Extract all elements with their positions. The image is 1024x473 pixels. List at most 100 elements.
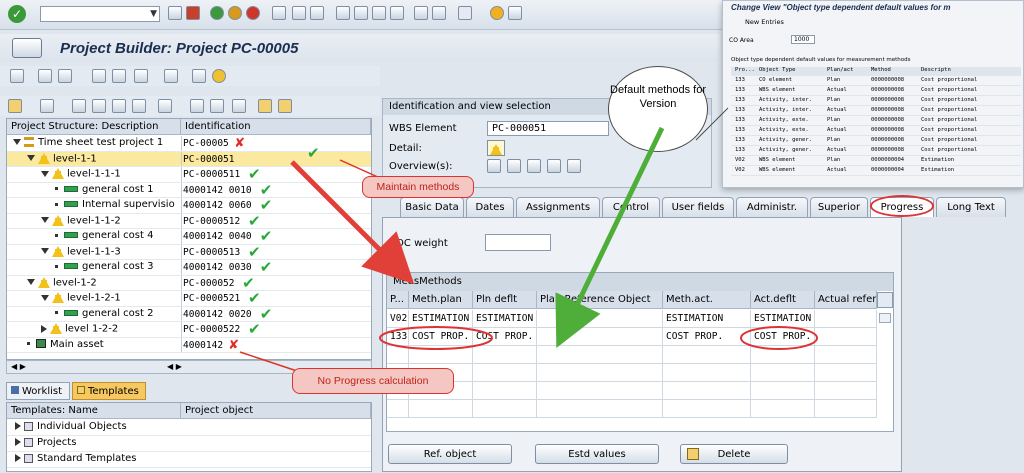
expand-icon[interactable] <box>41 324 47 333</box>
cv-row[interactable]: 133 Activity, inter. Plan 0000000008 Cost pr… <box>731 97 1021 106</box>
meas-cell[interactable]: ESTIMATION <box>473 310 537 328</box>
cv-row[interactable]: 133 Activity, gener. Actual 0000000008 Cost … <box>731 147 1021 156</box>
cv-row[interactable]: 133 Activity, inter. Actual 0000000008 Cost … <box>731 107 1021 116</box>
co-area-field[interactable]: 1000 <box>791 35 815 44</box>
tab-user-fields[interactable]: User fields <box>662 197 734 217</box>
exit-icon[interactable] <box>228 6 242 20</box>
network-icon[interactable] <box>38 69 52 83</box>
delete-icon[interactable] <box>158 99 172 113</box>
templates-tab[interactable]: Templates <box>72 382 146 400</box>
overview-network-icon[interactable] <box>547 159 561 173</box>
delete-button[interactable]: Delete <box>680 444 788 464</box>
tree-row[interactable]: level-1-1-1 PC-0000511 ✔ <box>7 167 371 183</box>
meas-cell[interactable] <box>409 400 473 418</box>
planning-board-icon[interactable] <box>164 69 178 83</box>
cut-icon[interactable] <box>72 99 86 113</box>
meas-cell[interactable] <box>663 400 751 418</box>
meas-cell[interactable] <box>815 400 877 418</box>
back-arrow-icon[interactable] <box>168 6 182 20</box>
cv-row[interactable]: 133 CO element Plan 0000000008 Cost proporti… <box>731 77 1021 86</box>
tree-row[interactable]: general cost 1 4000142 0010 ✔ <box>7 182 371 198</box>
save-icon[interactable] <box>186 6 200 20</box>
tree-row[interactable]: level-1-1-2 PC-0000512 ✔ <box>7 213 371 229</box>
meas-cell[interactable] <box>537 328 663 346</box>
meas-cell[interactable]: V02 <box>387 310 409 328</box>
template-item[interactable]: Individual Objects <box>7 420 371 436</box>
scroll-up-icon[interactable] <box>879 313 891 323</box>
previous-page-icon[interactable] <box>354 6 368 20</box>
meas-cell[interactable]: ESTIMATION <box>409 310 473 328</box>
tree-row[interactable]: level-1-1 PC-000051 ✔ <box>7 145 371 167</box>
tree-row[interactable]: general cost 4 4000142 0040 ✔ <box>7 229 371 245</box>
tab-assignments[interactable]: Assignments <box>516 197 600 217</box>
expand-icon[interactable] <box>27 155 35 161</box>
meas-cell[interactable]: 133 <box>387 328 409 346</box>
meas-cell[interactable] <box>663 382 751 400</box>
expand-icon[interactable] <box>27 279 35 285</box>
new-entries-button[interactable]: New Entries <box>745 18 784 26</box>
overview-copy-icon[interactable] <box>567 159 581 173</box>
new-session-icon[interactable] <box>414 6 428 20</box>
command-field[interactable]: ▼ <box>40 6 160 22</box>
meas-cell[interactable] <box>537 310 663 328</box>
meas-cell[interactable] <box>409 346 473 364</box>
detail-warning-icon[interactable] <box>487 140 505 156</box>
hammer-icon[interactable] <box>10 69 24 83</box>
meas-header-cell[interactable]: Meth.plan <box>409 291 473 309</box>
estd-values-button[interactable]: Estd values <box>535 444 659 464</box>
cv-row[interactable]: V02 WBS element Plan 0000000004 Estimation <box>731 157 1021 166</box>
find-icon[interactable] <box>292 6 306 20</box>
folder-icon[interactable] <box>8 99 22 113</box>
expand-icon[interactable] <box>41 217 49 223</box>
meas-cell[interactable] <box>473 364 537 382</box>
structure-icon[interactable] <box>112 69 126 83</box>
meas-cell[interactable] <box>473 382 537 400</box>
meas-cell[interactable] <box>815 346 877 364</box>
template-item[interactable]: Standard Templates <box>7 452 371 468</box>
tab-control[interactable]: Control <box>602 197 660 217</box>
meas-cell[interactable] <box>537 382 663 400</box>
poc-weight-input[interactable] <box>485 234 551 251</box>
expand-icon[interactable] <box>41 248 49 254</box>
cv-row[interactable]: 133 WBS element Actual 0000000008 Cost propo… <box>731 87 1021 96</box>
tree-row[interactable]: level-1-1-3 PC-0000513 ✔ <box>7 244 371 260</box>
meas-header-cell[interactable]: Pln deflt <box>473 291 537 309</box>
back-icon[interactable] <box>210 6 224 20</box>
meas-cell[interactable]: COST PROP. <box>473 328 537 346</box>
expand-icon[interactable] <box>13 139 21 145</box>
find-next-icon[interactable] <box>310 6 324 20</box>
tab-long-text[interactable]: Long Text <box>936 197 1006 217</box>
cv-row[interactable]: V02 WBS element Actual 0000000004 Estimation <box>731 167 1021 176</box>
edit-icon[interactable] <box>192 69 206 83</box>
expand-icon[interactable] <box>41 170 49 177</box>
customize-icon[interactable] <box>508 6 522 20</box>
copy-icon[interactable] <box>92 99 106 113</box>
cancel-icon[interactable] <box>246 6 260 20</box>
table-settings-icon[interactable] <box>877 292 893 308</box>
meas-cell[interactable] <box>387 346 409 364</box>
meas-cell[interactable]: COST PROP. <box>409 328 473 346</box>
collapse-icon[interactable] <box>278 99 292 113</box>
menu-icon[interactable] <box>12 38 42 58</box>
meas-cell[interactable] <box>815 310 877 328</box>
shortcut-icon[interactable] <box>432 6 446 20</box>
template-item[interactable]: Projects <box>7 436 371 452</box>
meas-cell[interactable] <box>473 400 537 418</box>
ref-object-button[interactable]: Ref. object <box>388 444 512 464</box>
meas-cell[interactable]: ESTIMATION <box>751 310 815 328</box>
last-page-icon[interactable] <box>390 6 404 20</box>
tab-administr[interactable]: Administr. <box>736 197 808 217</box>
meas-cell[interactable]: COST PROP. <box>663 328 751 346</box>
tab-superior[interactable]: Superior <box>810 197 868 217</box>
grid-icon[interactable] <box>134 69 148 83</box>
meas-cell[interactable] <box>751 382 815 400</box>
tree-row[interactable]: general cost 3 4000142 0030 ✔ <box>7 260 371 276</box>
tree-row[interactable]: level 1-2-2 PC-0000522 ✔ <box>7 322 371 338</box>
first-page-icon[interactable] <box>336 6 350 20</box>
next-page-icon[interactable] <box>372 6 386 20</box>
expand-icon[interactable] <box>258 99 272 113</box>
tree-row[interactable]: Main asset 4000142 ✘ <box>7 337 371 353</box>
binoculars-icon[interactable] <box>190 99 204 113</box>
meas-cell[interactable] <box>537 400 663 418</box>
meas-cell[interactable] <box>537 346 663 364</box>
